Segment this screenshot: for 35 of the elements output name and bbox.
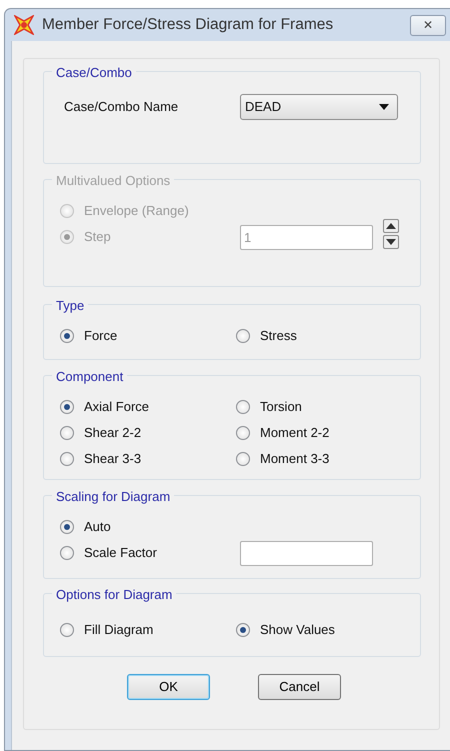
- radio-label[interactable]: Axial Force: [84, 397, 150, 417]
- radio-label[interactable]: Moment 2-2: [260, 423, 330, 443]
- radio-label[interactable]: Show Values: [260, 620, 335, 640]
- radio-label[interactable]: Shear 2-2: [84, 423, 142, 443]
- cancel-button[interactable]: Cancel: [258, 674, 341, 700]
- radio-button[interactable]: [60, 623, 74, 637]
- dropdown[interactable]: DEAD: [240, 94, 398, 120]
- radio-button[interactable]: [236, 329, 250, 343]
- radio-button[interactable]: [60, 426, 74, 440]
- radio-button[interactable]: [236, 426, 250, 440]
- down-arrow-icon: [386, 239, 396, 245]
- radio-label[interactable]: Auto: [84, 517, 111, 537]
- input-field[interactable]: [240, 540, 373, 566]
- radio-label[interactable]: Shear 3-3: [84, 449, 142, 469]
- radio-button[interactable]: [236, 452, 250, 466]
- radio-label[interactable]: Stress: [260, 326, 297, 346]
- up-arrow-icon: [386, 223, 396, 229]
- radio-label[interactable]: Force: [84, 326, 118, 346]
- close-button[interactable]: ✕: [410, 14, 446, 36]
- radio-button[interactable]: [60, 329, 74, 343]
- radio-label[interactable]: Moment 3-3: [260, 449, 330, 469]
- radio-button[interactable]: [60, 546, 74, 560]
- radio-label[interactable]: Fill Diagram: [84, 620, 154, 640]
- ok-button[interactable]: OK: [127, 674, 210, 700]
- radio-button[interactable]: [236, 623, 250, 637]
- radio-button[interactable]: [60, 520, 74, 534]
- field-label: Case/Combo Name: [64, 98, 178, 116]
- radio-label[interactable]: Torsion: [260, 397, 302, 417]
- caret-icon: [379, 104, 389, 110]
- window-title: Member Force/Stress Diagram for Frames: [42, 15, 334, 36]
- radio-label[interactable]: Scale Factor: [84, 543, 157, 563]
- radio-button[interactable]: [236, 400, 250, 414]
- app-icon: [14, 15, 34, 35]
- radio-button[interactable]: [60, 452, 74, 466]
- radio-button[interactable]: [60, 400, 74, 414]
